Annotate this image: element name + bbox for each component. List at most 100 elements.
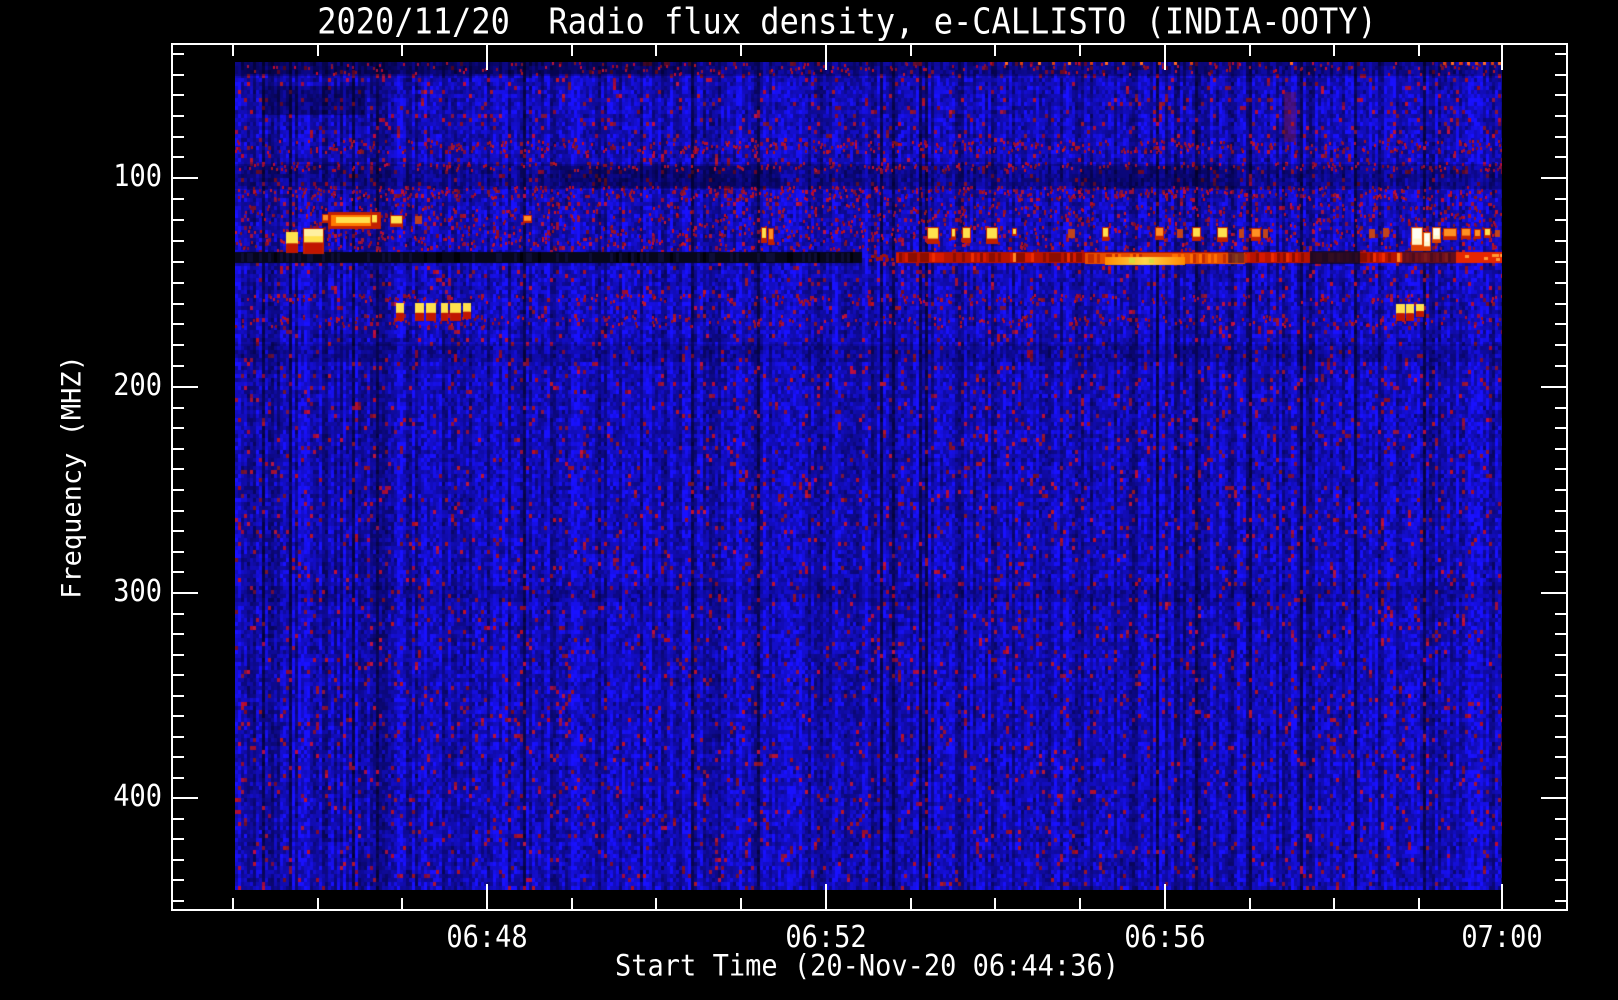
axis-tick: [571, 898, 573, 911]
axis-tick: [655, 898, 657, 911]
axis-tick: [171, 592, 198, 594]
axis-tick: [486, 884, 488, 911]
axis-tick: [1249, 43, 1251, 56]
axis-tick: [171, 115, 184, 117]
axis-tick: [1555, 838, 1568, 840]
axis-tick: [1555, 282, 1568, 284]
axis-tick: [1555, 756, 1568, 758]
axis-tick: [171, 219, 184, 221]
axis-tick: [1079, 43, 1081, 56]
axis-tick: [171, 736, 184, 738]
axis-tick: [171, 177, 198, 179]
axis-tick: [1555, 219, 1568, 221]
axis-tick: [401, 898, 403, 911]
axis-tick: [171, 510, 184, 512]
axis-tick: [171, 613, 184, 615]
axis-tick: [1164, 884, 1166, 911]
axis-tick: [171, 674, 184, 676]
axis-tick: [1555, 323, 1568, 325]
axis-tick: [401, 43, 403, 56]
x-tick-label: 06:56: [1124, 920, 1206, 955]
axis-tick: [1555, 818, 1568, 820]
axis-tick: [171, 240, 184, 242]
axis-tick: [171, 323, 184, 325]
axis-tick: [171, 365, 184, 367]
axis-tick: [171, 156, 184, 158]
axis-tick: [1541, 386, 1568, 388]
axis-tick: [171, 838, 184, 840]
axis-tick: [571, 43, 573, 56]
axis-tick: [171, 715, 184, 717]
axis-tick: [1555, 613, 1568, 615]
axis-tick: [1555, 344, 1568, 346]
axis-tick: [1555, 94, 1568, 96]
axis-tick: [171, 386, 198, 388]
axis-tick: [1555, 53, 1568, 55]
axis-tick: [171, 74, 184, 76]
axis-tick: [171, 53, 184, 55]
axis-tick: [1555, 74, 1568, 76]
y-tick-label: 200: [113, 368, 162, 403]
axis-tick: [1555, 879, 1568, 881]
axis-tick: [1555, 551, 1568, 553]
axis-tick: [1418, 43, 1420, 56]
y-tick-label: 100: [113, 159, 162, 194]
axis-tick: [171, 633, 184, 635]
axis-tick: [486, 43, 488, 70]
axis-tick: [317, 43, 319, 56]
axis-tick: [1541, 592, 1568, 594]
axis-tick: [171, 468, 184, 470]
axis-tick: [171, 777, 184, 779]
axis-tick: [1541, 797, 1568, 799]
axis-tick: [1555, 365, 1568, 367]
axis-tick: [171, 818, 184, 820]
axis-tick: [1555, 859, 1568, 861]
axis-tick: [1333, 43, 1335, 56]
y-tick-label: 400: [113, 779, 162, 814]
axis-tick: [1555, 510, 1568, 512]
spectrogram-page: 2020/11/20 Radio flux density, e-CALLIST…: [0, 0, 1618, 1000]
axis-tick: [171, 489, 184, 491]
x-axis-label: Start Time (20-Nov-20 06:44:36): [615, 949, 1119, 984]
axis-tick: [1501, 43, 1503, 70]
axis-tick: [171, 282, 184, 284]
axis-tick: [1555, 633, 1568, 635]
axis-tick: [171, 900, 184, 902]
axis-tick: [1555, 468, 1568, 470]
axis-tick: [740, 43, 742, 56]
axis-tick: [1555, 777, 1568, 779]
axis-tick: [1555, 115, 1568, 117]
axis-tick: [171, 695, 184, 697]
axis-tick: [171, 654, 184, 656]
axis-tick: [825, 43, 827, 70]
axis-tick: [1555, 571, 1568, 573]
axis-tick: [1555, 715, 1568, 717]
axis-tick: [171, 136, 184, 138]
axis-tick: [1333, 898, 1335, 911]
axis-tick: [1555, 654, 1568, 656]
axis-tick: [1555, 198, 1568, 200]
axis-tick: [1555, 427, 1568, 429]
x-tick-label: 06:48: [446, 920, 528, 955]
axis-tick: [910, 898, 912, 911]
axis-tick: [825, 884, 827, 911]
axis-tick: [232, 898, 234, 911]
axis-tick: [740, 898, 742, 911]
axis-tick: [1555, 136, 1568, 138]
axis-tick: [232, 43, 234, 56]
axis-tick: [171, 756, 184, 758]
axis-tick: [171, 261, 184, 263]
axis-tick: [171, 448, 184, 450]
axis-tick: [171, 407, 184, 409]
axis-tick: [1555, 240, 1568, 242]
axis-tick: [1555, 530, 1568, 532]
axis-tick: [1555, 736, 1568, 738]
axis-tick: [1418, 898, 1420, 911]
axis-tick: [910, 43, 912, 56]
axis-tick: [171, 859, 184, 861]
axis-tick: [171, 344, 184, 346]
axis-tick: [171, 797, 198, 799]
axis-tick: [1555, 674, 1568, 676]
axis-tick: [1555, 303, 1568, 305]
axis-tick: [171, 94, 184, 96]
